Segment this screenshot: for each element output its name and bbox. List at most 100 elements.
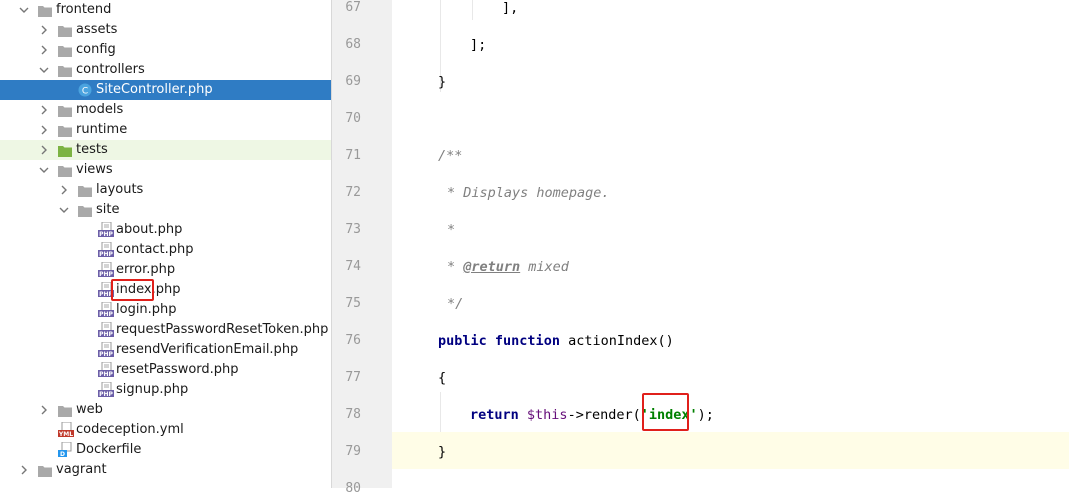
tree-item[interactable]: PHP contact.php [0, 240, 331, 260]
tree-item[interactable]: site [0, 200, 331, 220]
folder-icon [78, 184, 92, 197]
chevron-right-icon[interactable] [38, 404, 50, 416]
chevron-down-icon[interactable] [18, 4, 30, 16]
tree-item-label: resetPassword.php [116, 362, 239, 377]
tree-item[interactable]: PHP error.php [0, 260, 331, 280]
svg-text:C: C [82, 87, 88, 97]
svg-text:PHP: PHP [99, 271, 113, 278]
function-declaration: public function actionIndex() [438, 333, 674, 349]
tree-item-label: controllers [76, 62, 145, 77]
chevron-right-icon[interactable] [38, 104, 50, 116]
tree-item-label: assets [76, 22, 118, 37]
tree-item-label: site [96, 202, 120, 217]
folder-icon [58, 24, 72, 37]
project-tree: frontend assets config controllers C SiteCont… [0, 0, 331, 488]
folder-icon [78, 204, 92, 217]
tree-item[interactable]: frontend [0, 0, 331, 20]
dockerfile-icon: D [58, 441, 72, 458]
chevron-down-icon[interactable] [58, 204, 70, 216]
tree-item[interactable]: YML codeception.yml [0, 420, 331, 440]
tree-item[interactable]: views [0, 160, 331, 180]
folder-icon [58, 124, 72, 137]
line-number: 78 [345, 407, 361, 422]
line-number: 80 [345, 481, 361, 496]
php-file-icon: PHP [98, 241, 114, 258]
php-file-icon: PHP [98, 381, 114, 398]
tree-item-label: tests [76, 142, 108, 157]
tree-item[interactable]: controllers [0, 60, 331, 80]
doc-comment: * Displays homepage. [447, 185, 610, 201]
chevron-right-icon[interactable] [38, 124, 50, 136]
folder-icon [58, 104, 72, 117]
line-number: 79 [345, 444, 361, 459]
tree-item[interactable]: config [0, 40, 331, 60]
code-text: } [438, 74, 447, 90]
tree-item-label: codeception.yml [76, 422, 184, 437]
tree-item[interactable]: PHP signup.php [0, 380, 331, 400]
code-text: ], [502, 0, 519, 16]
php-file-icon: PHP [98, 281, 114, 298]
tree-item-label: views [76, 162, 113, 177]
folder-icon [58, 64, 72, 77]
chevron-right-icon[interactable] [38, 24, 50, 36]
line-number: 73 [345, 222, 361, 237]
doc-comment: * [447, 222, 456, 238]
tree-item[interactable]: assets [0, 20, 331, 40]
tree-item[interactable]: PHP index.php [0, 280, 331, 300]
line-number: 67 [345, 0, 361, 15]
tree-item-label: frontend [56, 2, 112, 17]
tree-item[interactable]: D Dockerfile [0, 440, 331, 460]
svg-text:PHP: PHP [99, 391, 113, 398]
indent-guide [440, 392, 441, 432]
code-text: } [438, 444, 447, 460]
folder-icon [38, 4, 52, 17]
tree-item[interactable]: PHP about.php [0, 220, 331, 240]
tree-item-label: about.php [116, 222, 183, 237]
tree-item[interactable]: PHP requestPasswordResetToken.php [0, 320, 331, 340]
tree-item[interactable]: layouts [0, 180, 331, 200]
chevron-right-icon[interactable] [58, 184, 70, 196]
line-number: 72 [345, 185, 361, 200]
chevron-right-icon[interactable] [38, 144, 50, 156]
tree-item[interactable]: models [0, 100, 331, 120]
doc-comment: */ [447, 296, 464, 312]
tree-item-label: layouts [96, 182, 144, 197]
chevron-right-icon[interactable] [18, 464, 30, 476]
tree-item[interactable]: C SiteController.php [0, 80, 331, 100]
line-number: 70 [345, 111, 361, 126]
php-class-icon: C [78, 83, 92, 97]
tree-item[interactable]: tests [0, 140, 331, 160]
folder-icon [38, 464, 52, 477]
code-editor[interactable]: ], ]; } /** * Displays homepage. * * @re… [392, 0, 1069, 488]
line-number: 69 [345, 74, 361, 89]
tree-item-label: vagrant [56, 462, 107, 477]
folder-icon [58, 404, 72, 417]
tree-item[interactable]: PHP login.php [0, 300, 331, 320]
tree-item[interactable]: web [0, 400, 331, 420]
tree-item[interactable]: PHP resendVerificationEmail.php [0, 340, 331, 360]
chevron-right-icon[interactable] [38, 44, 50, 56]
line-number: 68 [345, 37, 361, 52]
tree-item[interactable]: runtime [0, 120, 331, 140]
tree-item-label: signup.php [116, 382, 189, 397]
annotation-box-tree [111, 279, 154, 301]
tree-item[interactable]: vagrant [0, 460, 331, 480]
tree-item-label: resendVerificationEmail.php [116, 342, 299, 357]
chevron-down-icon[interactable] [38, 64, 50, 76]
current-line-highlight [392, 432, 1069, 469]
doc-comment: /** [438, 148, 463, 164]
tree-item-label: login.php [116, 302, 177, 317]
php-file-icon: PHP [98, 261, 114, 278]
php-file-icon: PHP [98, 301, 114, 318]
chevron-down-icon[interactable] [38, 164, 50, 176]
line-number: 77 [345, 370, 361, 385]
folder-icon [58, 44, 72, 57]
line-number: 75 [345, 296, 361, 311]
tree-item[interactable]: PHP resetPassword.php [0, 360, 331, 380]
yml-file-icon: YML [58, 421, 74, 438]
doc-comment: * @return mixed [447, 259, 569, 275]
tree-item-label: Dockerfile [76, 442, 142, 457]
code-text: ]; [470, 37, 487, 53]
svg-text:D: D [60, 451, 65, 458]
